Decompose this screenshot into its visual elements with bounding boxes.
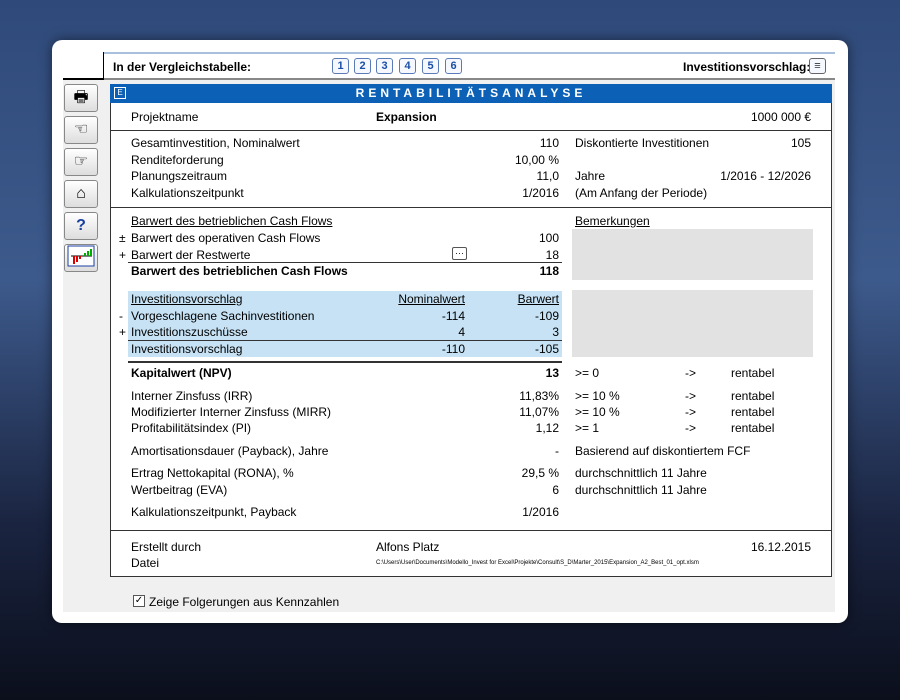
basics-right-label: Diskontierte Investitionen xyxy=(575,136,710,150)
metric-label: Modifizierter Interner Zinsfuss (MIRR) xyxy=(131,405,332,419)
basics-right-label: (Am Anfang der Periode) xyxy=(575,186,708,200)
compare-button-4[interactable]: 4 xyxy=(399,58,416,74)
show-conclusions-label: Zeige Folgerungen aus Kennzahlen xyxy=(149,595,340,609)
cashflow-total-value: 118 xyxy=(539,264,559,278)
file-path: C:\Users\User\Documents\Modello_Invest f… xyxy=(376,560,699,566)
show-conclusions-checkbox[interactable]: ✓ xyxy=(133,595,145,607)
cashflow-label: Barwert der Restwerte xyxy=(131,248,251,262)
eva-value: 6 xyxy=(552,483,559,497)
compare-button-5[interactable]: 5 xyxy=(422,58,439,74)
remarks-heading: Bemerkungen xyxy=(575,214,650,228)
compare-button-3[interactable]: 3 xyxy=(376,58,393,74)
metric-value: 11,83% xyxy=(519,389,559,403)
cashflow-label: Barwert des operativen Cash Flows xyxy=(131,231,321,245)
cashflow-total-label: Barwert des betrieblichen Cash Flows xyxy=(131,264,348,278)
npv-value: 13 xyxy=(545,366,559,380)
proposal-total-label: Investitionsvorschlag xyxy=(131,342,243,356)
cashflow-value: 18 xyxy=(545,248,559,262)
rona-value: 29,5 % xyxy=(521,466,559,480)
payback-label: Amortisationsdauer (Payback), Jahre xyxy=(131,444,329,458)
npv-label: Kapitalwert (NPV) xyxy=(131,366,232,380)
metric-label: Profitabilitätsindex (PI) xyxy=(131,421,252,435)
cashflow-sign: ± xyxy=(119,231,126,245)
metric-value: 1,12 xyxy=(535,421,559,435)
chart-icon[interactable] xyxy=(64,244,98,272)
metric-result: rentabel xyxy=(731,389,775,403)
compare-button-6[interactable]: 6 xyxy=(445,58,462,74)
npv-condition: >= 0 xyxy=(575,366,600,380)
basics-value: 11,0 xyxy=(536,169,559,183)
document-icon[interactable]: ≡ xyxy=(809,58,826,74)
eva-label: Wertbeitrag (EVA) xyxy=(131,483,228,497)
created-date: 16.12.2015 xyxy=(750,540,811,554)
compare-button-2[interactable]: 2 xyxy=(354,58,371,74)
basics-label: Renditeforderung xyxy=(131,153,224,167)
present-value-header: Barwert xyxy=(517,292,559,306)
proposal-label: Investitionsvorschlag: xyxy=(683,60,811,74)
payback-note: Basierend auf diskontiertem FCF xyxy=(575,444,751,458)
metric-result: rentabel xyxy=(731,405,775,419)
cashflow-value: 100 xyxy=(538,231,559,245)
nominal-header: Nominalwert xyxy=(398,292,465,306)
rona-label: Ertrag Nettokapital (RONA), % xyxy=(131,466,294,480)
proposal-nominal: 4 xyxy=(458,325,465,339)
metric-condition: >= 1 xyxy=(575,421,600,435)
metric-arrow: -> xyxy=(685,405,697,419)
file-label: Datei xyxy=(131,556,160,570)
npv-arrow: -> xyxy=(685,366,697,380)
proposal-label: Investitionszuschüsse xyxy=(131,325,248,339)
proposal-total-nominal: -110 xyxy=(441,342,465,356)
printer-icon[interactable]: 🖶 xyxy=(64,84,98,112)
eva-note: durchschnittlich 11 Jahre xyxy=(575,483,707,497)
basics-label: Planungszeitraum xyxy=(131,169,228,183)
rona-note: durchschnittlich 11 Jahre xyxy=(575,466,707,480)
name-box xyxy=(63,52,105,80)
proposal-nominal: -114 xyxy=(441,309,465,323)
npv-result: rentabel xyxy=(731,366,775,380)
hand-back-icon[interactable]: ☜ xyxy=(64,116,98,144)
calc-payback-label: Kalkulationszeitpunkt, Payback xyxy=(131,505,297,519)
metric-condition: >= 10 % xyxy=(575,405,620,419)
metric-condition: >= 10 % xyxy=(575,389,620,403)
proposal-heading: Investitionsvorschlag xyxy=(131,292,243,306)
basics-right-label: Jahre xyxy=(575,169,606,183)
metric-label: Interner Zinsfuss (IRR) xyxy=(131,389,253,403)
proposal-total-present: -105 xyxy=(534,342,559,356)
proposal-present: 3 xyxy=(552,325,559,339)
basics-label: Kalkulationszeitpunkt xyxy=(131,186,244,200)
basics-label: Gesamtinvestition, Nominalwert xyxy=(131,136,300,150)
proposal-sign: + xyxy=(119,325,127,339)
basics-right-value: 105 xyxy=(790,136,811,150)
compare-button-1[interactable]: 1 xyxy=(332,58,349,74)
basics-value: 10,00 % xyxy=(514,153,559,167)
basics-value: 110 xyxy=(539,136,559,150)
metric-arrow: -> xyxy=(685,389,697,403)
remarks-box-2 xyxy=(572,290,813,357)
sheet-icon[interactable]: E xyxy=(114,87,126,99)
remarks-box xyxy=(572,229,813,280)
cashflow-sign: + xyxy=(119,248,127,262)
compare-label: In der Vergleichstabelle: xyxy=(113,60,252,74)
help-icon[interactable]: ? xyxy=(64,212,98,240)
hand-forward-icon[interactable]: ☞ xyxy=(64,148,98,176)
page-title: RENTABILITÄTSANALYSE xyxy=(110,84,832,103)
proposal-sign: - xyxy=(119,309,123,323)
created-label: Erstellt durch xyxy=(131,540,202,554)
metric-value: 11,07% xyxy=(519,405,559,419)
cashflow-heading: Barwert des betrieblichen Cash Flows xyxy=(131,214,333,228)
basics-right-value: 1/2016 - 12/2026 xyxy=(720,169,811,183)
proposal-present: -109 xyxy=(534,309,559,323)
more-button[interactable]: ··· xyxy=(452,247,467,260)
project-amount: 1000 000 € xyxy=(750,110,811,124)
project-name: Expansion xyxy=(376,110,437,124)
home-icon[interactable]: ⌂ xyxy=(64,180,98,208)
calc-payback-value: 1/2016 xyxy=(522,505,559,519)
project-label: Projektname xyxy=(131,110,199,124)
created-by: Alfons Platz xyxy=(376,540,440,554)
metric-arrow: -> xyxy=(685,421,697,435)
proposal-label: Vorgeschlagene Sachinvestitionen xyxy=(131,309,315,323)
basics-value: 1/2016 xyxy=(522,186,559,200)
metric-result: rentabel xyxy=(731,421,775,435)
payback-value: - xyxy=(555,444,559,458)
